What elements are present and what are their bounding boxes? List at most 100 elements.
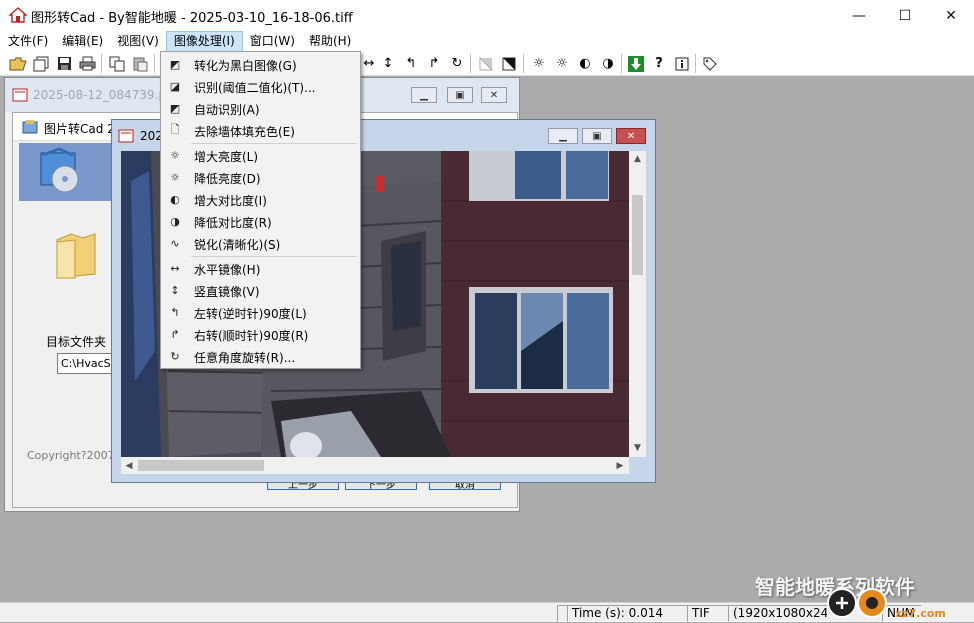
menu-bar: 文件(F) 编辑(E) 视图(V) 图像处理(I) 窗口(W) 帮助(H) — [0, 31, 974, 53]
rotate-right-icon[interactable]: ↱ — [424, 54, 444, 73]
vertical-scroll-thumb[interactable] — [632, 195, 643, 275]
menu-item-rotate-any[interactable]: ↻ 任意角度旋转(R)... — [161, 345, 360, 367]
menu-help[interactable]: 帮助(H) — [302, 31, 358, 51]
rotate-right-icon: ↱ — [170, 327, 180, 341]
scroll-down-arrow-icon[interactable]: ▼ — [629, 440, 646, 456]
rotate-any-icon[interactable]: ↻ — [447, 54, 467, 73]
status-time: Time (s): 0.014 — [567, 605, 688, 622]
threshold-icon: ◪ — [169, 79, 181, 93]
status-image-size: (1920x1080x24) — [728, 605, 828, 622]
menu-item-vertical-mirror[interactable]: ↕ 竖直镜像(V) — [161, 279, 360, 301]
download-icon[interactable] — [626, 54, 646, 73]
status-format: TIF — [687, 605, 729, 622]
document-icon — [12, 88, 28, 102]
contrast-down-icon: ◑ — [170, 214, 180, 228]
menu-file[interactable]: 文件(F) — [1, 31, 55, 51]
minimize-button[interactable]: — — [836, 0, 882, 31]
vertical-scrollbar[interactable]: ▲ ▼ — [629, 151, 646, 457]
contrast-up-icon[interactable]: ◐ — [575, 54, 595, 73]
document-window-title: 2025-08-12_084739.pn — [33, 88, 174, 102]
vertical-mirror-icon[interactable]: ↕ — [378, 54, 398, 73]
menu-item-convert-bw[interactable]: ◩ 转化为黑白图像(G) — [161, 53, 360, 75]
toolbar-separator — [523, 54, 524, 73]
toolbar-separator — [154, 54, 155, 73]
menu-image-processing[interactable]: 图像处理(I) — [165, 31, 243, 53]
menu-window[interactable]: 窗口(W) — [243, 31, 302, 51]
bw-image-icon[interactable] — [476, 54, 496, 73]
wizard-banner — [19, 143, 115, 201]
tag-icon[interactable] — [700, 54, 720, 73]
toolbar-separator — [101, 54, 102, 73]
rotate-left-icon: ↰ — [170, 305, 180, 319]
new-window-icon[interactable] — [31, 54, 51, 73]
folder-icon — [56, 233, 96, 279]
toolbar-separator — [621, 54, 622, 73]
copy-icon[interactable] — [107, 54, 127, 73]
sharpen-icon: ∿ — [170, 236, 180, 250]
horizontal-scrollbar[interactable]: ◀ ▶ — [121, 457, 629, 474]
site-logo-icon — [827, 588, 887, 618]
image-restore-button[interactable]: ▣ — [582, 128, 612, 144]
target-folder-label: 目标文件夹 — [46, 335, 107, 349]
menu-edit[interactable]: 编辑(E) — [55, 31, 110, 51]
rotate-any-icon: ↻ — [170, 349, 180, 363]
menu-item-threshold[interactable]: ◪ 识别(阈值二值化)(T)... — [161, 75, 360, 97]
menu-item-horizontal-mirror[interactable]: ↔ 水平镜像(H) — [161, 257, 360, 279]
wizard-title: 图片转Cad 2 — [44, 122, 115, 136]
bw-image-icon: ◩ — [169, 57, 181, 71]
status-bar: Time (s): 0.014 TIF (1920x1080x24) NUM x… — [0, 588, 974, 622]
print-icon[interactable] — [77, 54, 97, 73]
image-minimize-button[interactable]: ▁ — [548, 128, 578, 144]
menu-item-sharpen[interactable]: ∿ 锐化(清晰化)(S) — [161, 232, 360, 254]
menu-item-rotate-left[interactable]: ↰ 左转(逆时针)90度(L) — [161, 301, 360, 323]
page-icon: 🗋 — [170, 122, 180, 136]
rotate-left-icon[interactable]: ↰ — [401, 54, 421, 73]
doc-restore-button[interactable]: ▣ — [447, 87, 473, 103]
app-house-icon — [9, 7, 27, 23]
help-question-icon[interactable]: ? — [649, 54, 669, 73]
install-disc-icon — [40, 147, 79, 193]
title-bar: 图形转Cad - By智能地暖 - 2025-03-10_16-18-06.ti… — [0, 0, 974, 31]
site-watermark: xz7.com — [895, 607, 946, 620]
brightness-down-icon[interactable]: ☼ — [552, 54, 572, 73]
scroll-up-arrow-icon[interactable]: ▲ — [629, 151, 646, 167]
auto-recognize-icon: ◩ — [169, 101, 181, 115]
vertical-mirror-icon: ↕ — [170, 283, 180, 297]
menu-item-contrast-up[interactable]: ◐ 增大对比度(I) — [161, 188, 360, 210]
toolbar-separator — [470, 54, 471, 73]
scroll-left-arrow-icon[interactable]: ◀ — [121, 457, 137, 474]
horizontal-mirror-icon: ↔ — [170, 261, 180, 275]
mdi-workspace: 2025-08-12_084739.pn ▁ ▣ ✕ 图片转Cad 2 目标文件… — [0, 76, 974, 602]
menu-item-brightness-down[interactable]: ☼ 降低亮度(D) — [161, 166, 360, 188]
open-folder-icon[interactable] — [8, 54, 28, 73]
maximize-button[interactable]: ☐ — [882, 0, 928, 31]
paste-icon[interactable] — [130, 54, 150, 73]
menu-item-contrast-down[interactable]: ◑ 降低对比度(R) — [161, 210, 360, 232]
brightness-up-icon: ☼ — [170, 148, 180, 162]
toolbar-separator — [695, 54, 696, 73]
window-title: 图形转Cad - By智能地暖 - 2025-03-10_16-18-06.ti… — [31, 11, 353, 26]
image-document-icon — [118, 129, 134, 143]
brightness-down-icon: ☼ — [170, 170, 180, 184]
brightness-up-icon[interactable]: ☼ — [529, 54, 549, 73]
image-processing-menu: ◩ 转化为黑白图像(G) ◪ 识别(阈值二值化)(T)... ◩ 自动识别(A)… — [160, 51, 361, 369]
menu-item-auto-recognize[interactable]: ◩ 自动识别(A) — [161, 97, 360, 119]
contrast-up-icon: ◐ — [170, 192, 180, 206]
image-close-button[interactable]: ✕ — [616, 128, 646, 144]
horizontal-scroll-thumb[interactable] — [138, 460, 264, 471]
menu-item-remove-wall-fill[interactable]: 🗋 去除墙体填充色(E) — [161, 119, 360, 141]
menu-item-rotate-right[interactable]: ↱ 右转(顺时针)90度(R) — [161, 323, 360, 345]
save-icon[interactable] — [54, 54, 74, 73]
horizontal-mirror-icon[interactable]: ↔ — [359, 54, 379, 73]
doc-minimize-button[interactable]: ▁ — [411, 87, 437, 103]
wizard-app-icon — [22, 120, 38, 134]
menu-view[interactable]: 视图(V) — [110, 31, 166, 51]
info-icon[interactable] — [672, 54, 692, 73]
threshold-icon[interactable] — [499, 54, 519, 73]
doc-close-button[interactable]: ✕ — [481, 87, 507, 103]
scroll-right-arrow-icon[interactable]: ▶ — [612, 457, 628, 474]
toolbar: ↔ ↕ ↰ ↱ ↻ ☼ ☼ ◐ ◑ ? — [0, 51, 974, 76]
contrast-down-icon[interactable]: ◑ — [598, 54, 618, 73]
close-button[interactable]: ✕ — [928, 0, 974, 31]
menu-item-brightness-up[interactable]: ☼ 增大亮度(L) — [161, 144, 360, 166]
